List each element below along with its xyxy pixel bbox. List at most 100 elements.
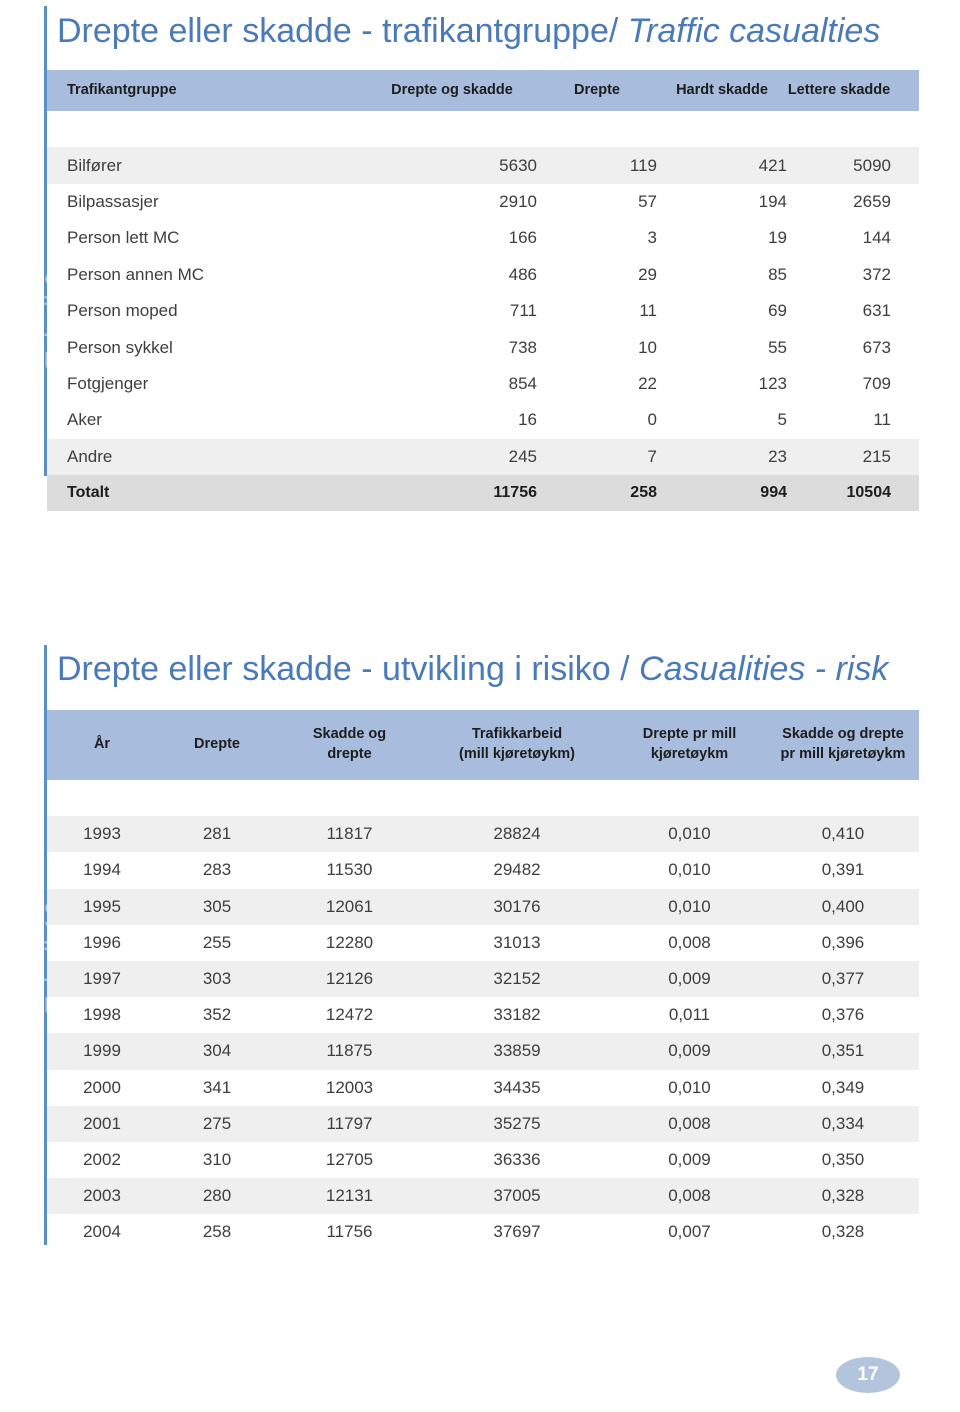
- cell-lettere-skadde: 5090: [787, 147, 919, 184]
- cell-drepte-og-skadde: 854: [367, 365, 537, 403]
- cell-trafikkarbeid: 37005: [422, 1178, 612, 1215]
- cell-drepte: 119: [537, 147, 657, 184]
- table-row: Person sykkel 738 10 55 673: [47, 329, 919, 366]
- cell-ar: 1995: [47, 888, 157, 925]
- page-number-badge: 17: [836, 1357, 900, 1393]
- cell-skadde-og-drepte: 12280: [277, 924, 422, 961]
- cell-skadde-drepte-pr-mill: 0,376: [767, 997, 919, 1034]
- cell-drepte: 255: [157, 924, 277, 961]
- cell-hardt-skadde: 421: [657, 147, 787, 184]
- cell-hardt-skadde: 19: [657, 220, 787, 257]
- cell-total-drepte: 258: [537, 474, 657, 512]
- table10: År Drepte Skadde og drepte Trafikkarbeid…: [47, 710, 919, 1251]
- cell-drepte-og-skadde: 2910: [367, 183, 537, 221]
- cell-group: Person annen MC: [47, 256, 367, 293]
- cell-drepte-pr-mill: 0,008: [612, 924, 767, 961]
- cell-skadde-og-drepte: 11797: [277, 1105, 422, 1142]
- cell-drepte: 281: [157, 816, 277, 853]
- spacer-cell: [422, 780, 612, 817]
- cell-hardt-skadde: 23: [657, 438, 787, 475]
- cell-hardt-skadde: 5: [657, 402, 787, 439]
- cell-drepte: 258: [157, 1214, 277, 1251]
- cell-ar: 2004: [47, 1214, 157, 1251]
- cell-hardt-skadde: 85: [657, 256, 787, 293]
- cell-skadde-drepte-pr-mill: 0,410: [767, 816, 919, 853]
- cell-drepte: 303: [157, 960, 277, 998]
- cell-drepte-pr-mill: 0,011: [612, 997, 767, 1034]
- cell-drepte: 305: [157, 888, 277, 925]
- cell-ar: 1999: [47, 1033, 157, 1070]
- cell-skadde-og-drepte: 11875: [277, 1033, 422, 1070]
- spacer-cell: [157, 780, 277, 817]
- table-row: 1999 304 11875 33859 0,009 0,351: [47, 1033, 919, 1070]
- cell-drepte-pr-mill: 0,009: [612, 960, 767, 998]
- table9-col-trafikantgruppe: Trafikantgruppe: [47, 70, 367, 111]
- table10-header-gap: [47, 780, 919, 817]
- table-row: 1998 352 12472 33182 0,011 0,376: [47, 997, 919, 1034]
- table-row: Aker 16 0 5 11: [47, 402, 919, 439]
- table-row: 1997 303 12126 32152 0,009 0,377: [47, 960, 919, 998]
- table-row: Person lett MC 166 3 19 144: [47, 220, 919, 257]
- cell-drepte: 310: [157, 1141, 277, 1179]
- cell-skadde-drepte-pr-mill: 0,328: [767, 1214, 919, 1251]
- header-line: Trafikkarbeid: [471, 726, 563, 743]
- cell-ar: 2001: [47, 1105, 157, 1142]
- cell-drepte-pr-mill: 0,008: [612, 1178, 767, 1215]
- cell-drepte: 7: [537, 438, 657, 475]
- cell-drepte: 280: [157, 1178, 277, 1215]
- cell-hardt-skadde: 69: [657, 292, 787, 330]
- cell-group: Bilpassasjer: [47, 183, 367, 221]
- spacer-cell: [787, 111, 919, 148]
- cell-trafikkarbeid: 30176: [422, 888, 612, 925]
- cell-group: Person lett MC: [47, 220, 367, 257]
- cell-skadde-og-drepte: 12472: [277, 997, 422, 1034]
- cell-drepte: 3: [537, 220, 657, 257]
- cell-ar: 1993: [47, 816, 157, 853]
- cell-drepte-og-skadde: 166: [367, 220, 537, 257]
- cell-drepte-og-skadde: 5630: [367, 147, 537, 184]
- cell-drepte: 283: [157, 852, 277, 889]
- cell-trafikkarbeid: 29482: [422, 852, 612, 889]
- table-row: 1995 305 12061 30176 0,010 0,400: [47, 888, 919, 925]
- cell-ar: 2000: [47, 1069, 157, 1106]
- table10-col-trafikkarbeid: Trafikkarbeid (mill kjøretøykm): [422, 710, 612, 780]
- table-row: Bilfører 5630 119 421 5090: [47, 147, 919, 184]
- cell-drepte-og-skadde: 738: [367, 329, 537, 366]
- cell-drepte-og-skadde: 711: [367, 292, 537, 330]
- cell-trafikkarbeid: 28824: [422, 816, 612, 853]
- cell-drepte: 29: [537, 256, 657, 293]
- table-row: 2004 258 11756 37697 0,007 0,328: [47, 1214, 919, 1251]
- cell-skadde-drepte-pr-mill: 0,349: [767, 1069, 919, 1106]
- cell-trafikkarbeid: 36336: [422, 1141, 612, 1179]
- table9-col-hardt-skadde: Hardt skadde: [657, 70, 787, 111]
- cell-total-lettere-skadde: 10504: [787, 474, 919, 512]
- cell-hardt-skadde: 55: [657, 329, 787, 366]
- cell-drepte-pr-mill: 0,008: [612, 1105, 767, 1142]
- table9-col-lettere-skadde: Lettere skadde: [787, 70, 919, 111]
- cell-drepte-pr-mill: 0,010: [612, 888, 767, 925]
- cell-skadde-drepte-pr-mill: 0,391: [767, 852, 919, 889]
- table10-col-drepte-pr-mill: Drepte pr mill kjøretøykm: [612, 710, 767, 780]
- cell-lettere-skadde: 631: [787, 292, 919, 330]
- table10-title-no: Drepte eller skadde - utvikling i risiko…: [57, 650, 630, 688]
- cell-ar: 1998: [47, 997, 157, 1034]
- cell-lettere-skadde: 144: [787, 220, 919, 257]
- spacer-cell: [47, 780, 157, 817]
- table-row: Andre 245 7 23 215: [47, 438, 919, 475]
- cell-skadde-drepte-pr-mill: 0,377: [767, 960, 919, 998]
- cell-lettere-skadde: 215: [787, 438, 919, 475]
- cell-skadde-drepte-pr-mill: 0,334: [767, 1105, 919, 1142]
- cell-lettere-skadde: 2659: [787, 183, 919, 221]
- cell-skadde-drepte-pr-mill: 0,400: [767, 888, 919, 925]
- cell-ar: 1997: [47, 960, 157, 998]
- table-row: 2003 280 12131 37005 0,008 0,328: [47, 1178, 919, 1215]
- table-row: 2002 310 12705 36336 0,009 0,350: [47, 1141, 919, 1179]
- cell-total-label: Totalt: [47, 474, 367, 512]
- cell-total-drepte-og-skadde: 11756: [367, 474, 537, 512]
- table-row: 2001 275 11797 35275 0,008 0,334: [47, 1105, 919, 1142]
- cell-trafikkarbeid: 33182: [422, 997, 612, 1034]
- table-row: 1996 255 12280 31013 0,008 0,396: [47, 924, 919, 961]
- table10-header-row: År Drepte Skadde og drepte Trafikkarbeid…: [47, 710, 919, 780]
- table9-col-drepte-og-skadde: Drepte og skadde: [367, 70, 537, 111]
- cell-drepte: 10: [537, 329, 657, 366]
